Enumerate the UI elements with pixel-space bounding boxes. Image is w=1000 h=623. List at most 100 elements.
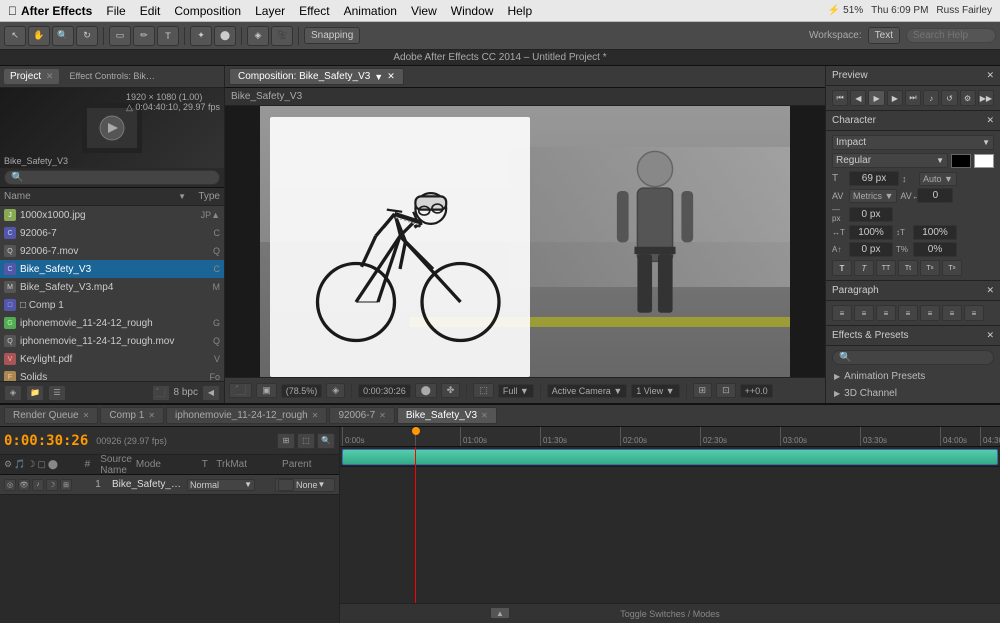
effect-controls-tab[interactable]: Effect Controls: Bike_Safety_V3... ✕	[63, 69, 163, 84]
tool-select[interactable]: ↖	[4, 26, 26, 46]
small-caps-btn[interactable]: Tt	[898, 260, 918, 276]
tool-puppet[interactable]: ◈	[247, 26, 269, 46]
tab-comp1[interactable]: Comp 1 ✕	[100, 407, 164, 424]
ram-preview-btn[interactable]: ▶▶	[978, 90, 994, 106]
tool-camera[interactable]: 🎥	[271, 26, 293, 46]
preview-header[interactable]: Preview ✕	[826, 66, 1000, 86]
app-name[interactable]: After Effects	[21, 4, 92, 18]
superscript-btn[interactable]: Ts	[920, 260, 940, 276]
menu-help[interactable]: Help	[507, 4, 532, 18]
menu-window[interactable]: Window	[451, 4, 494, 18]
tracking-input[interactable]	[917, 188, 953, 203]
menu-file[interactable]: File	[106, 4, 125, 18]
layer-sw-shy[interactable]: ☽	[46, 479, 58, 491]
list-item[interactable]: Q iphonemovie_11-24-12_rough.mov Q	[0, 332, 224, 350]
justify-all-btn[interactable]: ≡	[964, 305, 984, 321]
font-family-dropdown[interactable]: Impact ▼	[832, 135, 994, 150]
fill-color[interactable]	[951, 154, 971, 168]
timeline-current-time[interactable]: 0:00:30:26	[4, 433, 88, 449]
effects-presets-header[interactable]: Effects & Presets ✕	[826, 326, 1000, 346]
tab-render-queue[interactable]: Render Queue ✕	[4, 407, 98, 424]
menu-view[interactable]: View	[411, 4, 437, 18]
character-header[interactable]: Character ✕	[826, 111, 1000, 131]
list-item[interactable]: □ □ Comp 1	[0, 296, 224, 314]
region-of-interest-btn[interactable]: ⬚	[473, 383, 494, 398]
bold-btn[interactable]: T	[832, 260, 852, 276]
baseline-input[interactable]	[849, 207, 893, 222]
project-tab-close[interactable]: ✕	[46, 71, 54, 81]
col-sort-btn[interactable]: ▼	[178, 192, 186, 201]
all-caps-btn[interactable]: TT	[876, 260, 896, 276]
tool-paint[interactable]: ⬤	[214, 26, 236, 46]
draft-btn[interactable]: ▣	[256, 383, 277, 398]
step-back-btn[interactable]: ◀	[850, 90, 866, 106]
tsumi-input[interactable]	[913, 242, 957, 257]
snap-to-grid-btn[interactable]: ✤	[441, 383, 461, 398]
effect-animation-presets[interactable]: ▶ Animation Presets	[832, 368, 994, 385]
menu-effect[interactable]: Effect	[299, 4, 329, 18]
tool-zoom[interactable]: 🔍	[52, 26, 74, 46]
align-center-btn[interactable]: ≡	[854, 305, 874, 321]
menu-edit[interactable]: Edit	[140, 4, 161, 18]
toggle-switches-label[interactable]: Toggle Switches / Modes	[620, 609, 720, 619]
always-preview-btn[interactable]: ⬛	[229, 383, 252, 398]
paragraph-header[interactable]: Paragraph ✕	[826, 281, 1000, 301]
list-item[interactable]: C 92006-7 C	[0, 224, 224, 242]
tool-hand[interactable]: ✋	[28, 26, 50, 46]
new-composition-btn[interactable]: ◈	[4, 385, 22, 401]
italic-btn[interactable]: T	[854, 260, 874, 276]
list-item[interactable]: F Solids Fo	[0, 368, 224, 381]
new-folder-btn[interactable]: 📁	[26, 385, 44, 401]
trkmat-checkbox[interactable]	[278, 479, 294, 491]
list-item-selected[interactable]: C Bike_Safety_V3 C	[0, 260, 224, 278]
justify-left-btn[interactable]: ≡	[898, 305, 918, 321]
tl-mask-btn[interactable]: ⬚	[297, 433, 315, 449]
kerning-dropdown[interactable]: Metrics ▼	[849, 189, 897, 203]
horiz-scale-input[interactable]	[849, 225, 893, 240]
view-dropdown[interactable]: Active Camera ▼	[547, 384, 627, 398]
layer-sw-collapse[interactable]: ⊞	[60, 479, 72, 491]
stroke-color[interactable]	[974, 154, 994, 168]
effects-search-input[interactable]	[832, 350, 994, 365]
tl-layer-btn[interactable]: ⊞	[277, 433, 295, 449]
vert-scale-input[interactable]	[913, 225, 957, 240]
playhead-marker[interactable]	[412, 427, 420, 435]
skip-to-start-btn[interactable]: ⏮	[832, 90, 848, 106]
project-tab[interactable]: Project ✕	[4, 69, 59, 84]
layer-sw-audio[interactable]: ♪	[32, 479, 44, 491]
tab-iphone[interactable]: iphonemovie_11-24-12_rough ✕	[166, 407, 327, 424]
comp-tab-main[interactable]: Composition: Bike_Safety_V3 ▼ ✕	[229, 68, 404, 85]
tool-text[interactable]: T	[157, 26, 179, 46]
bike-safety-tab-close[interactable]: ✕	[481, 411, 488, 420]
video-clip-bar[interactable]	[342, 449, 998, 465]
step-forward-btn[interactable]: ▶	[887, 90, 903, 106]
font-size-input[interactable]	[849, 171, 899, 186]
paragraph-menu[interactable]: ✕	[986, 285, 994, 296]
scroll-left-btn[interactable]: ◀	[202, 385, 220, 401]
layer-trkmat-dropdown[interactable]: None ▼	[275, 478, 335, 492]
menu-composition[interactable]: Composition	[174, 4, 241, 18]
timeline-layer-row-1[interactable]: ◎ 👁 ♪ ☽ ⊞ 1 Bike_Safety_V3.mp4 Normal ▼ …	[0, 475, 339, 495]
tool-shape-rect[interactable]: ▭	[109, 26, 131, 46]
tool-rotate[interactable]: ↻	[76, 26, 98, 46]
choose-grid-btn[interactable]: ⊞	[693, 383, 713, 398]
layer-sw-eye[interactable]: 👁	[18, 479, 30, 491]
font-style-dropdown[interactable]: Regular ▼	[832, 153, 948, 168]
effect-audio[interactable]: ▶ Audio	[832, 402, 994, 403]
list-item[interactable]: J 1000x1000.jpg JP▲	[0, 206, 224, 224]
tab-bike-safety-v3[interactable]: Bike_Safety_V3 ✕	[397, 407, 497, 424]
preview-menu[interactable]: ✕	[986, 70, 994, 81]
timecode-btn[interactable]: ⬤	[415, 383, 437, 398]
project-search-input[interactable]	[4, 170, 220, 185]
menu-animation[interactable]: Animation	[344, 4, 397, 18]
effects-menu[interactable]: ✕	[986, 330, 994, 341]
toggle-pixel-aspect-btn[interactable]: ⊡	[716, 383, 736, 398]
leading-dropdown[interactable]: Auto ▼	[919, 172, 957, 186]
panel-menu-btn[interactable]: ☰	[48, 385, 66, 401]
quality-dropdown[interactable]: Full ▼	[498, 384, 534, 398]
justify-center-btn[interactable]: ≡	[920, 305, 940, 321]
render-queue-tab-close[interactable]: ✕	[83, 411, 90, 420]
skip-to-end-btn[interactable]: ⏭	[905, 90, 921, 106]
menu-layer[interactable]: Layer	[255, 4, 285, 18]
loop-btn[interactable]: ↺	[941, 90, 957, 106]
